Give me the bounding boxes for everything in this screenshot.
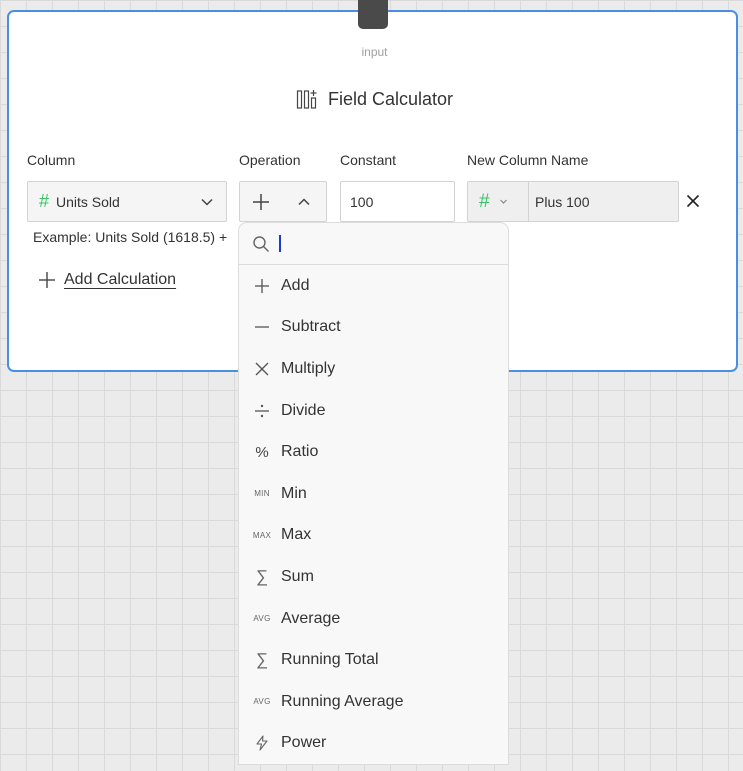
- menu-item-label: Average: [281, 609, 341, 627]
- menu-item-label: Sum: [281, 567, 314, 585]
- menu-item-max[interactable]: MAX Max: [239, 515, 508, 557]
- menu-item-label: Running Total: [281, 651, 379, 669]
- search-icon: [252, 235, 270, 253]
- menu-item-divide[interactable]: Divide: [239, 390, 508, 432]
- new-column-name-input[interactable]: Plus 100: [529, 194, 589, 210]
- operation-dropdown-menu[interactable]: Add Subtract Multiply Divide % Ratio MIN…: [238, 222, 509, 765]
- remove-calculation-icon[interactable]: [686, 194, 700, 208]
- plus-icon: [252, 193, 270, 211]
- menu-item-subtract[interactable]: Subtract: [239, 307, 508, 349]
- node-title: Field Calculator: [327, 88, 454, 109]
- new-column-name-field[interactable]: # Plus 100: [467, 181, 679, 222]
- node-header: Field Calculator: [9, 88, 740, 110]
- bolt-icon: [252, 733, 272, 753]
- constant-input[interactable]: [340, 181, 455, 222]
- constant-label: Constant: [340, 152, 397, 168]
- operation-select[interactable]: [239, 181, 327, 222]
- dropdown-search[interactable]: [239, 223, 508, 265]
- column-label: Column: [27, 152, 76, 168]
- minus-icon: [252, 317, 272, 337]
- input-connector-handle[interactable]: [358, 0, 388, 29]
- example-text: Example: Units Sold (1618.5) +: [33, 229, 228, 245]
- menu-item-add[interactable]: Add: [239, 265, 508, 307]
- menu-item-ratio[interactable]: % Ratio: [239, 431, 508, 473]
- sigma-icon: ∑: [255, 566, 269, 586]
- text-cursor: [279, 235, 281, 252]
- menu-item-label: Subtract: [281, 318, 341, 336]
- times-icon: [252, 359, 272, 379]
- avg-icon: AVG: [253, 614, 271, 624]
- menu-item-running-average[interactable]: AVG Running Average: [239, 681, 508, 723]
- menu-item-label: Multiply: [281, 359, 336, 377]
- divide-icon: [252, 401, 272, 421]
- column-type-select[interactable]: #: [468, 182, 529, 221]
- add-calculation-label: Add Calculation: [64, 271, 177, 288]
- menu-item-label: Divide: [281, 401, 326, 419]
- menu-item-label: Ratio: [281, 443, 319, 461]
- chevron-down-icon: [499, 197, 508, 206]
- sigma-icon: ∑: [255, 650, 269, 670]
- menu-item-label: Max: [281, 526, 312, 544]
- chevron-down-icon: [200, 195, 214, 209]
- field-calculator-icon: [296, 88, 318, 110]
- numeric-type-icon: #: [39, 191, 50, 211]
- menu-item-running-total[interactable]: ∑ Running Total: [239, 639, 508, 681]
- numeric-type-icon: #: [479, 190, 490, 212]
- new-column-name-label: New Column Name: [467, 152, 589, 168]
- menu-item-label: Add: [281, 276, 310, 294]
- menu-item-power[interactable]: Power: [239, 723, 508, 764]
- menu-item-label: Running Average: [281, 692, 404, 710]
- percent-icon: %: [255, 443, 269, 461]
- column-select-value: Units Sold: [56, 193, 120, 210]
- max-icon: MAX: [252, 530, 272, 540]
- min-icon: MIN: [254, 489, 270, 499]
- input-port-label: input: [361, 45, 388, 59]
- add-calculation-button[interactable]: Add Calculation: [38, 271, 176, 289]
- plus-icon: [252, 276, 272, 296]
- chevron-up-icon: [297, 195, 311, 209]
- plus-icon: [38, 271, 56, 289]
- avg-icon: AVG: [253, 697, 271, 707]
- column-select[interactable]: # Units Sold: [27, 181, 227, 222]
- menu-item-label: Min: [281, 484, 307, 502]
- menu-item-average[interactable]: AVG Average: [239, 598, 508, 640]
- menu-item-multiply[interactable]: Multiply: [239, 348, 508, 390]
- menu-item-sum[interactable]: ∑ Sum: [239, 556, 508, 598]
- menu-item-min[interactable]: MIN Min: [239, 473, 508, 515]
- operation-label: Operation: [239, 152, 301, 168]
- menu-item-label: Power: [281, 734, 327, 752]
